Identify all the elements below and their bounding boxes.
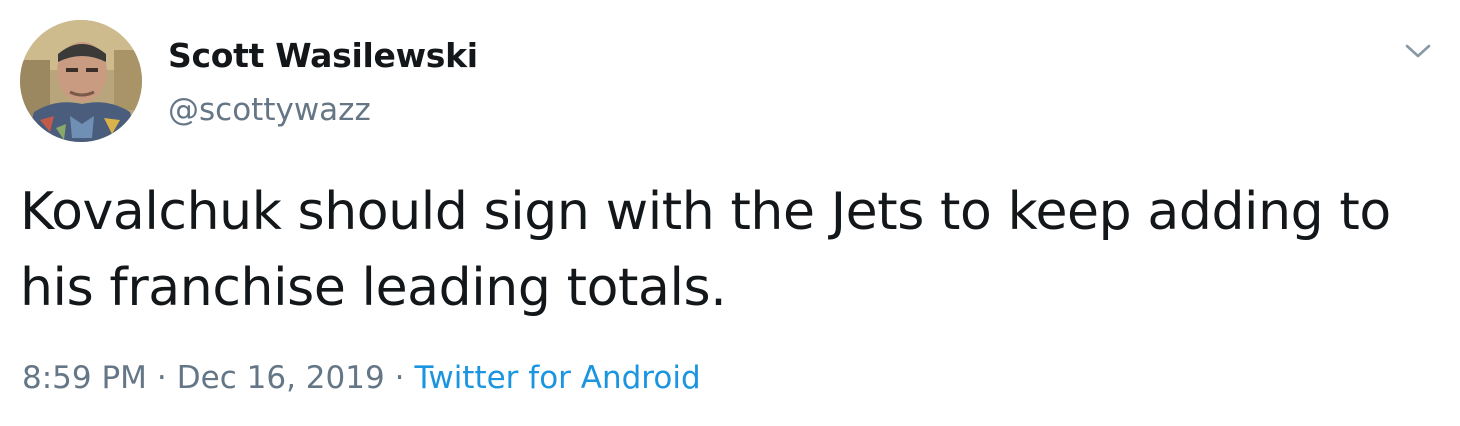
meta-separator: ·: [394, 360, 405, 396]
tweet-text: Kovalchuk should sign with the Jets to k…: [20, 182, 1391, 318]
tweet-meta: 8:59 PM · Dec 16, 2019 · Twitter for And…: [22, 360, 701, 396]
author-handle[interactable]: @scottywazz: [168, 92, 371, 128]
meta-separator: ·: [156, 360, 167, 396]
tweet-source-link[interactable]: Twitter for Android: [415, 360, 701, 396]
tweet-date[interactable]: Dec 16, 2019: [177, 360, 385, 396]
chevron-down-icon: [1405, 44, 1431, 58]
avatar-image: [20, 20, 142, 142]
tweet-card: Scott Wasilewski @scottywazz Kovalchuk s…: [0, 0, 1460, 426]
author-display-name[interactable]: Scott Wasilewski: [168, 36, 478, 75]
tweet-time[interactable]: 8:59 PM: [22, 360, 147, 396]
tweet-menu-button[interactable]: [1396, 32, 1440, 70]
avatar[interactable]: [20, 20, 142, 142]
